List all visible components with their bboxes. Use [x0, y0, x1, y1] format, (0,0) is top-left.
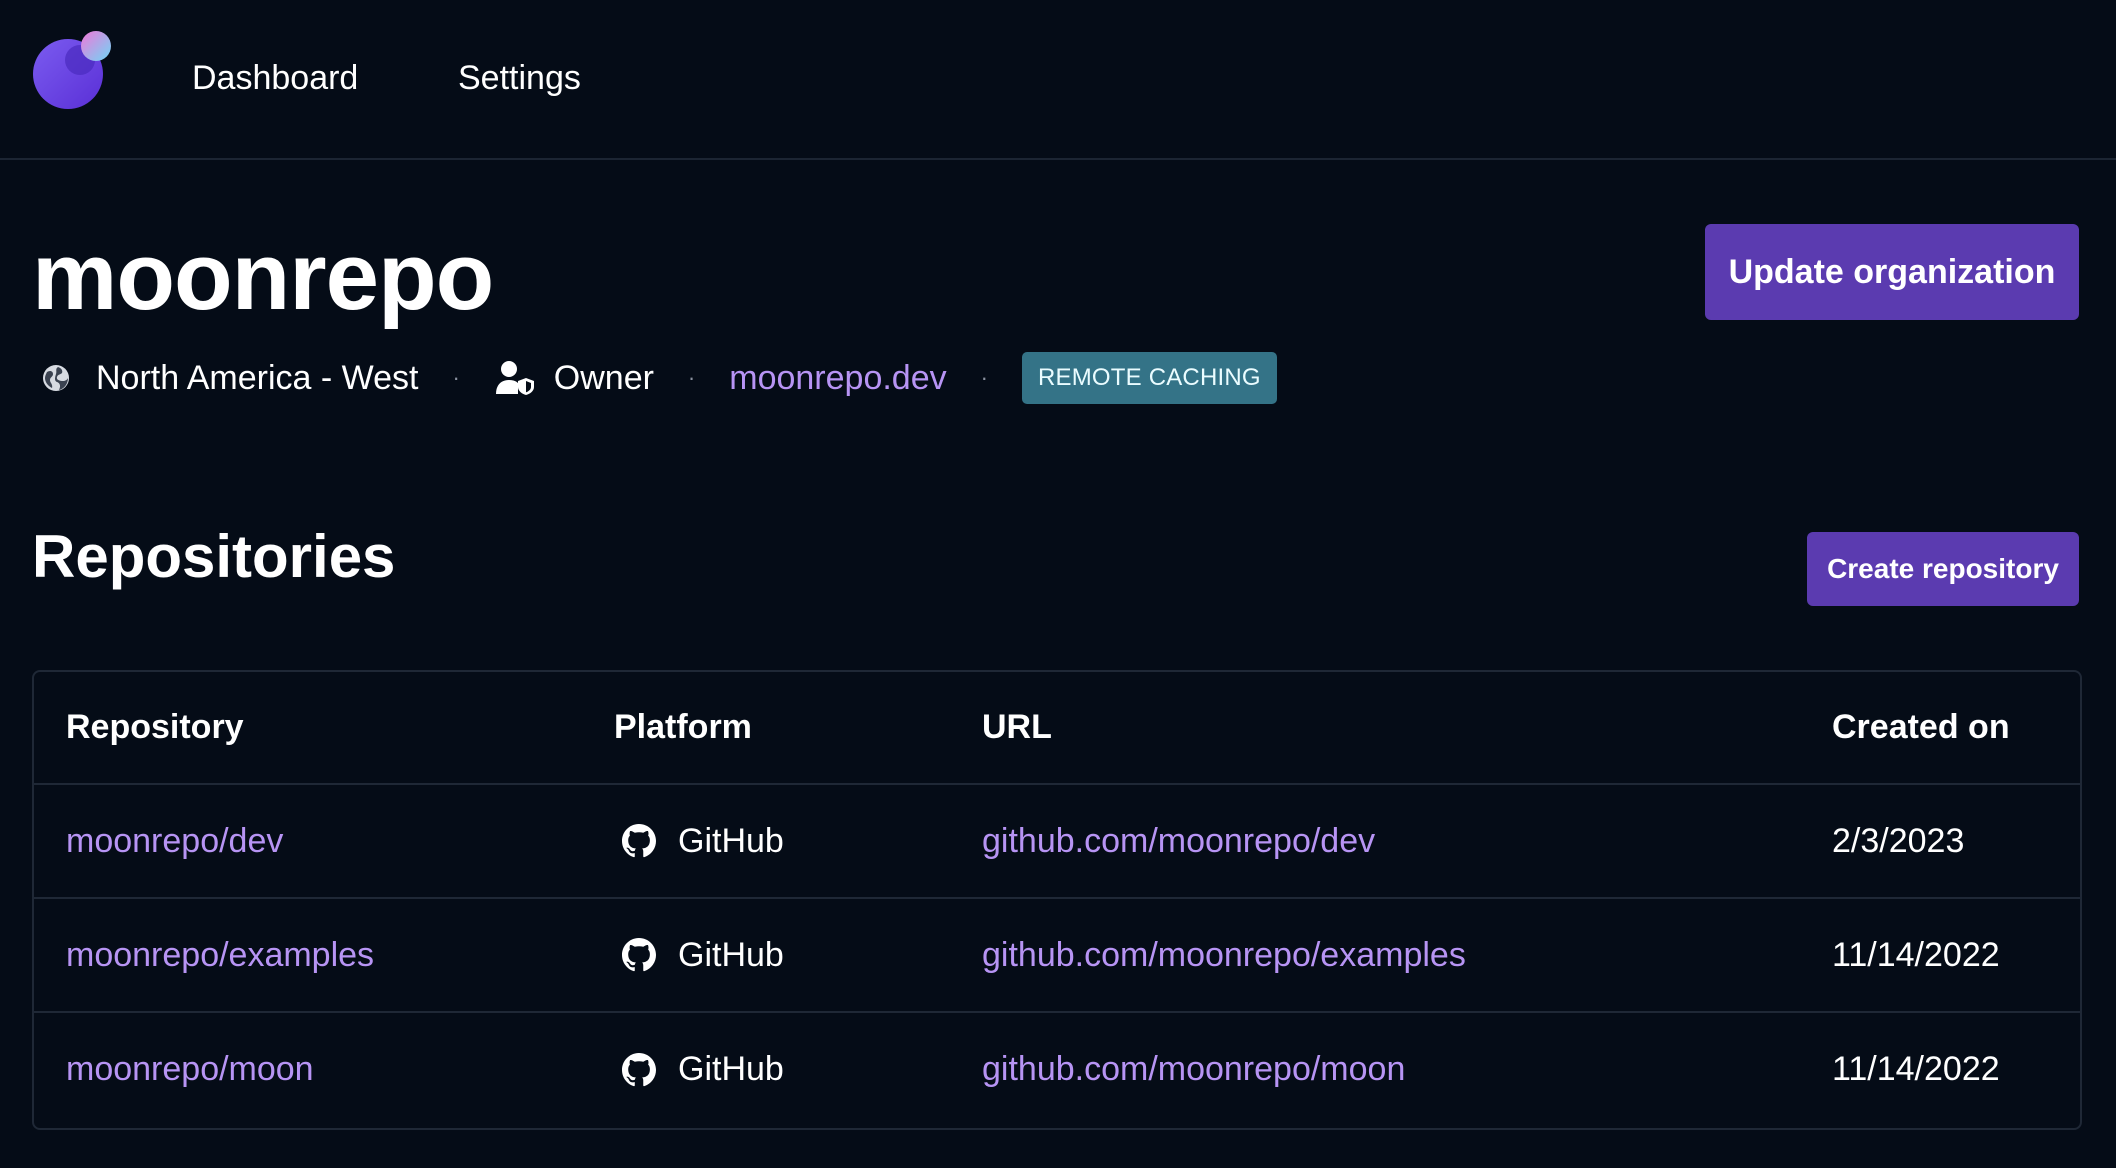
organization-name: moonrepo — [32, 223, 494, 330]
nav-settings[interactable]: Settings — [458, 58, 581, 98]
repository-link[interactable]: moonrepo/dev — [66, 822, 283, 860]
region-label: North America - West — [96, 358, 419, 397]
create-repository-button[interactable]: Create repository — [1807, 532, 2079, 606]
repository-url-link[interactable]: github.com/moonrepo/moon — [982, 1050, 1405, 1088]
github-icon — [622, 1052, 656, 1086]
repository-link[interactable]: moonrepo/moon — [66, 1050, 314, 1088]
platform-label: GitHub — [678, 935, 784, 974]
platform-label: GitHub — [678, 821, 784, 860]
repository-url-link[interactable]: github.com/moonrepo/examples — [982, 936, 1466, 974]
repository-link[interactable]: moonrepo/examples — [66, 936, 374, 974]
repository-url-link[interactable]: github.com/moonrepo/dev — [982, 822, 1375, 860]
column-header-created-on: Created on — [1832, 708, 2010, 746]
update-organization-button[interactable]: Update organization — [1705, 224, 2079, 320]
column-header-platform: Platform — [614, 708, 752, 746]
table-header-row: Repository Platform URL Created on — [34, 672, 2080, 784]
user-shield-icon — [494, 358, 534, 398]
moon-logo-icon[interactable] — [32, 28, 116, 112]
organization-meta: North America - West · Owner · moonrepo.… — [36, 352, 1277, 404]
created-date: 11/14/2022 — [1832, 935, 2000, 974]
column-header-repository: Repository — [66, 708, 244, 746]
table-row: moonrepo/moon GitHub github.com/moonrepo… — [34, 1012, 2080, 1126]
column-header-url: URL — [982, 708, 1052, 746]
website-link[interactable]: moonrepo.dev — [729, 359, 946, 398]
platform-label: GitHub — [678, 1050, 784, 1088]
separator-dot: · — [452, 365, 460, 390]
github-icon — [622, 938, 656, 972]
created-date: 2/3/2023 — [1832, 821, 1965, 860]
table-row: moonrepo/examples GitHub github.com/moon… — [34, 898, 2080, 1012]
repositories-heading: Repositories — [32, 523, 396, 590]
github-icon — [622, 824, 656, 858]
table-row: moonrepo/dev GitHub github.com/moonrepo/… — [34, 784, 2080, 898]
separator-dot: · — [980, 365, 988, 390]
top-navigation: Dashboard Settings — [0, 0, 2116, 160]
role-label: Owner — [553, 358, 654, 397]
remote-caching-badge: REMOTE CACHING — [1021, 352, 1277, 404]
globe-icon — [36, 358, 76, 398]
repositories-table: Repository Platform URL Created on moonr… — [32, 670, 2082, 1130]
nav-dashboard[interactable]: Dashboard — [192, 58, 358, 98]
created-date: 11/14/2022 — [1832, 1050, 2000, 1088]
separator-dot: · — [687, 365, 696, 390]
